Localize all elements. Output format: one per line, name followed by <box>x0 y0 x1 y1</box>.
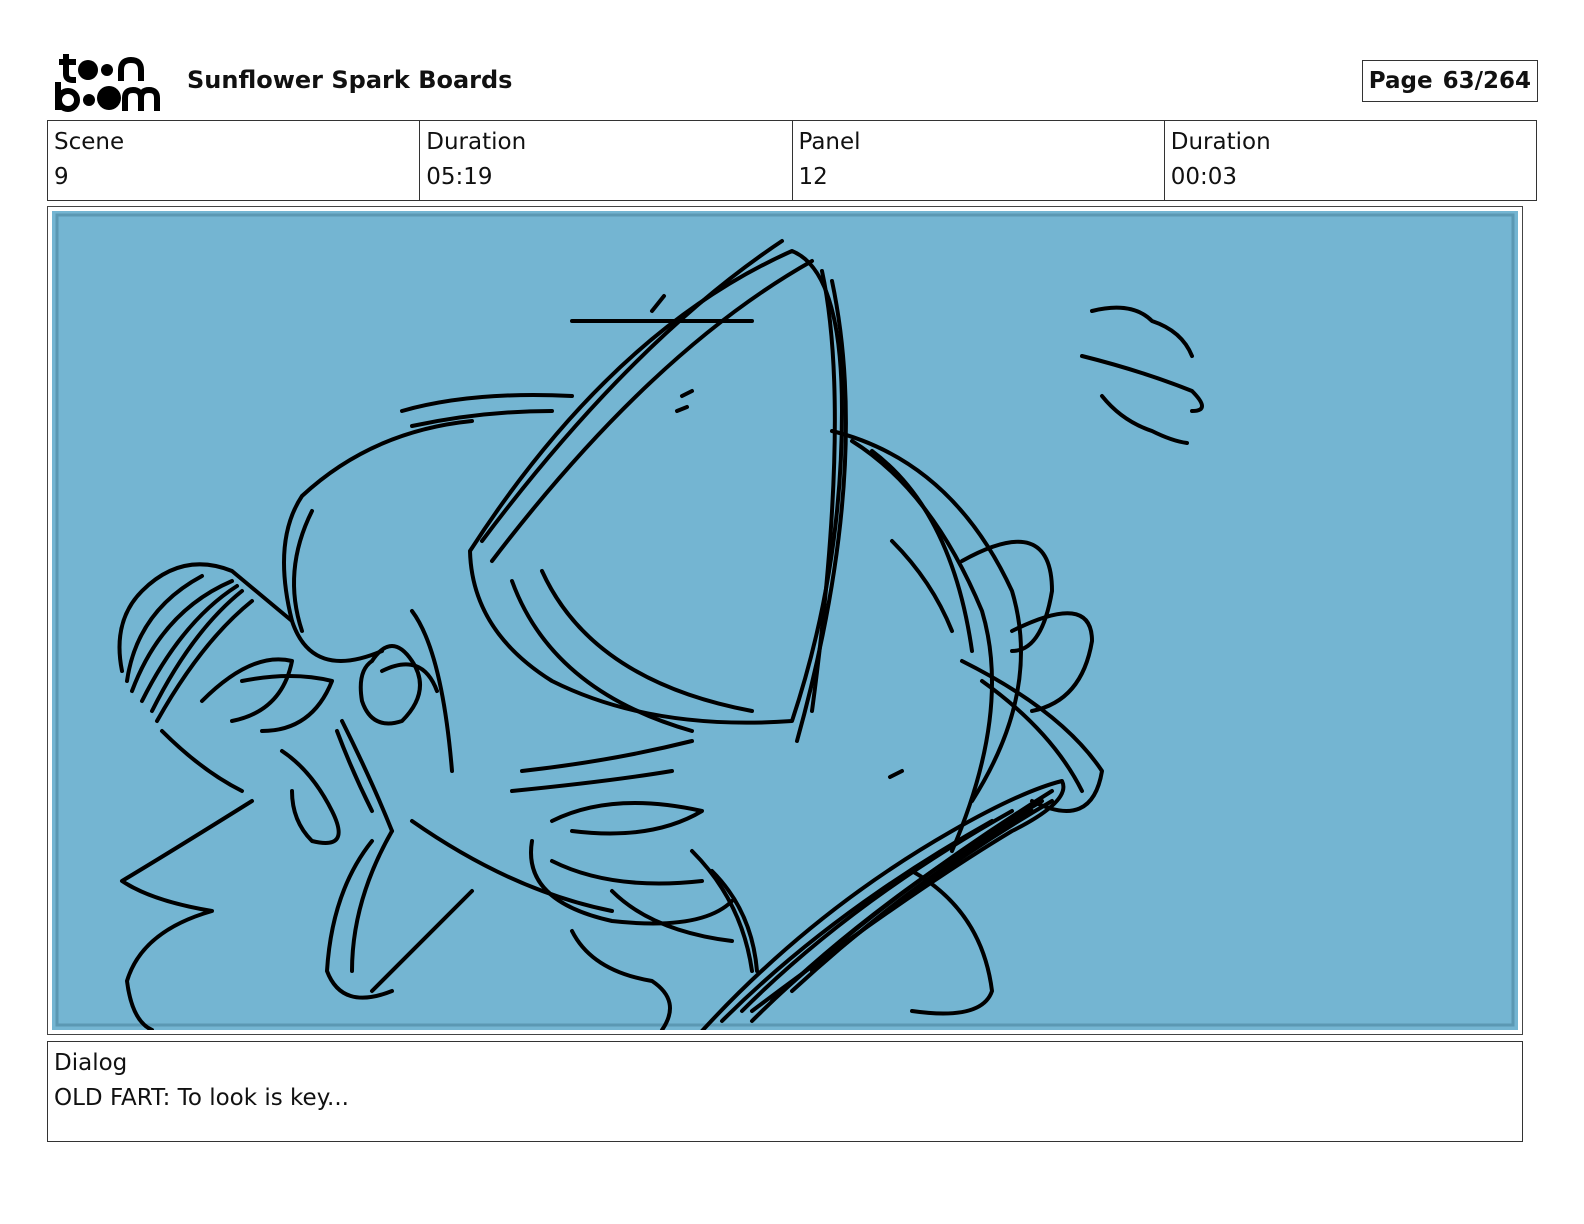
dialog-box: Dialog OLD FART: To look is key... <box>47 1041 1523 1142</box>
scene-value: 9 <box>54 164 69 190</box>
dialog-label: Dialog <box>54 1050 128 1076</box>
page-header: Sunflower Spark Boards Page 63/264 <box>48 48 1538 114</box>
sketch-drawing <box>55 213 1515 1030</box>
page-label: Page <box>1368 68 1433 94</box>
panel-duration-cell: Duration 00:03 <box>1165 121 1536 200</box>
panel-label: Panel <box>798 129 861 155</box>
panel-cell: Panel 12 <box>793 121 1165 200</box>
toon-boom-logo <box>52 52 166 112</box>
storyboard-panel-frame <box>47 206 1523 1035</box>
panel-value: 12 <box>798 164 828 190</box>
scene-duration-cell: Duration 05:19 <box>420 121 793 200</box>
scene-cell: Scene 9 <box>48 121 421 200</box>
panel-duration-label: Duration <box>1170 129 1271 155</box>
dialog-text: OLD FART: To look is key... <box>54 1085 349 1111</box>
page-value: 63/264 <box>1442 68 1531 94</box>
scene-label: Scene <box>54 129 125 155</box>
storyboard-sketch <box>52 211 1518 1030</box>
scene-duration-label: Duration <box>426 129 527 155</box>
panel-info-table: Scene 9 Duration 05:19 Panel 12 Duration… <box>47 120 1537 201</box>
page-counter: Page 63/264 <box>1361 60 1538 102</box>
panel-duration-value: 00:03 <box>1170 164 1238 190</box>
project-title: Sunflower Spark Boards <box>187 66 513 94</box>
scene-duration-value: 05:19 <box>426 164 493 190</box>
